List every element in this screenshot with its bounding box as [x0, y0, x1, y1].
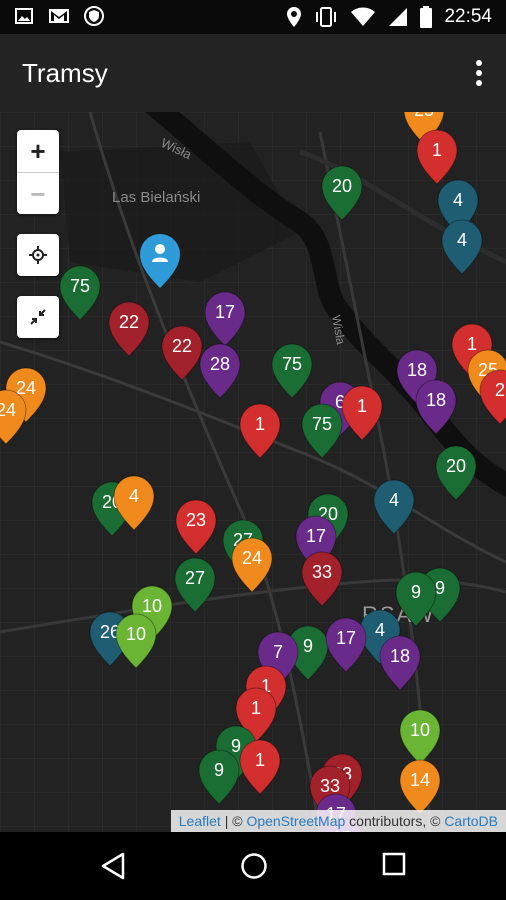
map-canvas[interactable]: Las Bielański Wisła Wisła RSAW 251204475… — [0, 112, 506, 832]
tram-line-number: 1 — [251, 698, 261, 718]
app-bar: Tramsy — [0, 34, 506, 112]
location-icon — [287, 7, 302, 27]
tram-line-number: 4 — [457, 230, 467, 250]
tram-line-number: 10 — [126, 624, 146, 644]
tram-line-number: 4 — [389, 490, 399, 510]
tram-line-number: 4 — [375, 620, 385, 640]
crosshair-icon — [29, 246, 47, 264]
map-view[interactable]: Las Bielański Wisła Wisła RSAW 251204475… — [0, 112, 506, 832]
back-triangle-icon[interactable] — [100, 852, 126, 880]
tram-line-number: 9 — [411, 582, 421, 602]
attribution-contrib: contributors, © — [345, 813, 445, 829]
tram-line-number: 10 — [410, 720, 430, 740]
tram-line-number: 17 — [336, 628, 356, 648]
openstreetmap-link[interactable]: OpenStreetMap — [246, 813, 345, 829]
tram-line-number: 1 — [467, 334, 477, 354]
navigation-bar — [0, 832, 506, 900]
tram-line-number: 75 — [282, 354, 302, 374]
collapse-button[interactable] — [17, 296, 59, 338]
tram-line-number: 14 — [410, 770, 430, 790]
tram-line-number: 33 — [320, 776, 340, 796]
battery-icon — [420, 6, 433, 28]
collapse-arrows-icon — [30, 309, 46, 325]
shield-icon — [84, 6, 104, 26]
tram-line-number: 9 — [435, 578, 445, 598]
tram-line-number: 75 — [312, 414, 332, 434]
zoom-in-button[interactable]: + — [17, 130, 59, 172]
gmail-icon — [49, 9, 69, 23]
wifi-icon — [351, 7, 376, 26]
tram-line-number: 2 — [495, 380, 505, 400]
image-icon — [15, 8, 33, 24]
tram-line-number: 20 — [332, 176, 352, 196]
tram-line-number: 4 — [129, 486, 139, 506]
tram-line-number: 4 — [453, 190, 463, 210]
tram-line-number: 22 — [119, 312, 139, 332]
tram-line-number: 17 — [215, 302, 235, 322]
tram-line-number: 75 — [70, 276, 90, 296]
tram-line-number: 9 — [231, 736, 241, 756]
tram-line-number: 1 — [357, 396, 367, 416]
tram-line-number: 18 — [407, 360, 427, 380]
tram-line-number: 33 — [312, 562, 332, 582]
tram-line-number: 1 — [255, 750, 265, 770]
vibrate-icon — [316, 7, 337, 27]
signal-icon — [389, 8, 408, 26]
tram-line-number: 1 — [255, 414, 265, 434]
zoom-control: + − — [17, 130, 59, 214]
app-title: Tramsy — [22, 58, 108, 88]
leaflet-link[interactable]: Leaflet — [179, 813, 221, 829]
tram-line-number: 27 — [185, 568, 205, 588]
home-circle-icon[interactable] — [240, 852, 268, 880]
map-label-forest: Las Bielański — [112, 189, 200, 206]
tram-line-number: 20 — [446, 456, 466, 476]
more-vert-icon[interactable] — [474, 58, 484, 88]
tram-line-number: 10 — [142, 596, 162, 616]
tram-line-number: 1 — [432, 140, 442, 160]
attribution-sep: | © — [220, 813, 247, 829]
tram-line-number: 18 — [390, 646, 410, 666]
tram-line-number: 9 — [303, 636, 313, 656]
zoom-out-button[interactable]: − — [17, 172, 59, 215]
tram-line-number: 25 — [414, 112, 434, 120]
tram-line-number: 9 — [214, 760, 224, 780]
tram-line-number: 17 — [306, 526, 326, 546]
tram-line-number: 24 — [242, 548, 262, 568]
status-bar: 22:54 — [0, 0, 506, 34]
tram-line-number: 22 — [172, 336, 192, 356]
tram-line-number: 18 — [426, 390, 446, 410]
locate-button[interactable] — [17, 234, 59, 276]
tram-line-number: 23 — [186, 510, 206, 530]
recents-square-icon[interactable] — [382, 852, 406, 876]
tram-line-number: 24 — [0, 400, 16, 420]
cartodb-link[interactable]: CartoDB — [444, 813, 498, 829]
clock: 22:54 — [444, 6, 492, 27]
tram-line-number: 28 — [210, 354, 230, 374]
map-attribution: Leaflet | © OpenStreetMap contributors, … — [170, 810, 506, 832]
tram-line-number: 7 — [273, 642, 283, 662]
